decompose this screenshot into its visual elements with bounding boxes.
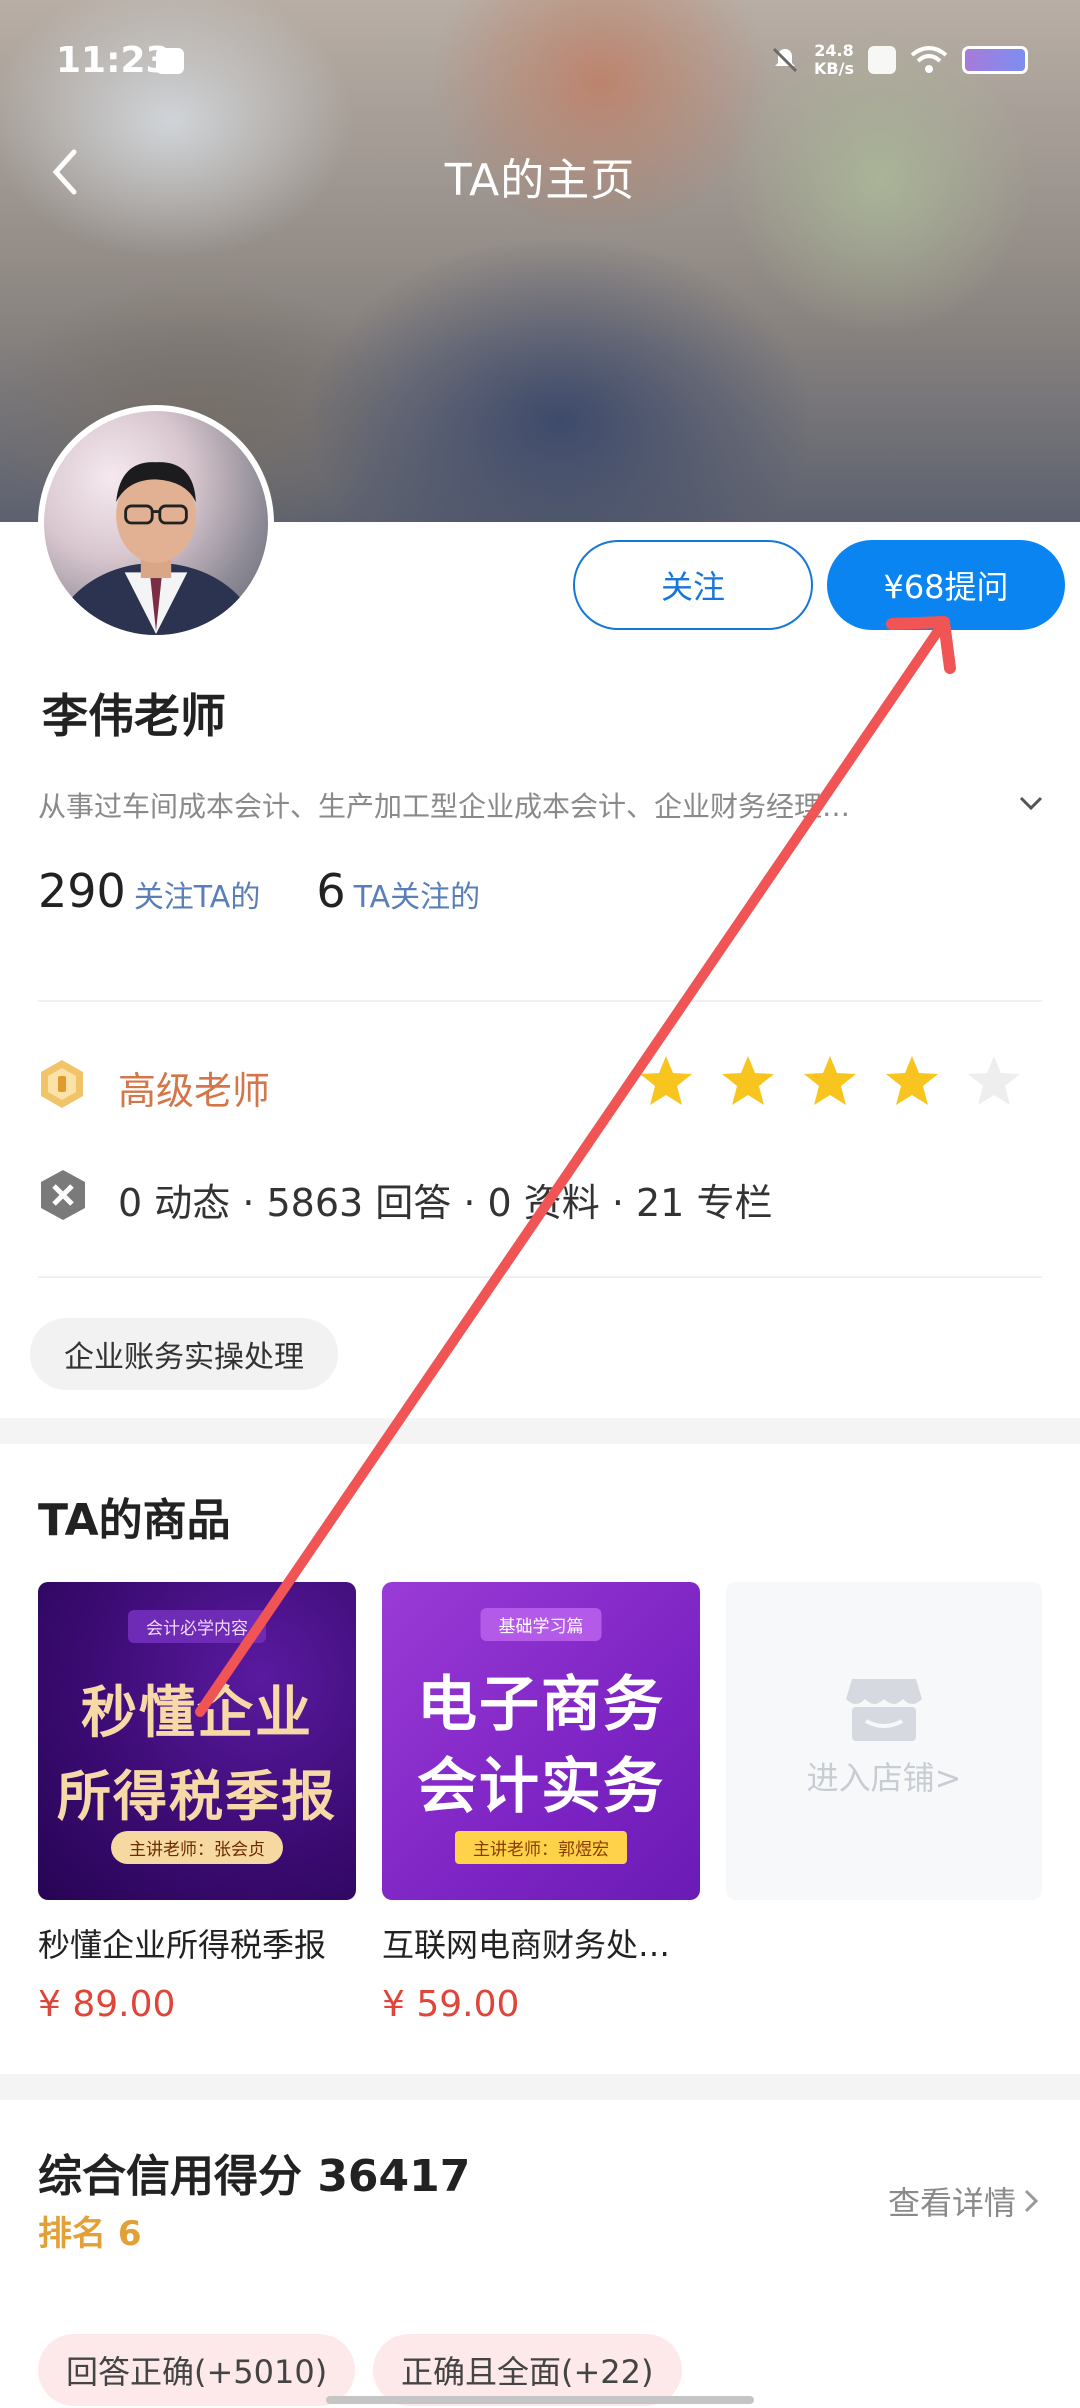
divider [38, 1276, 1042, 1278]
network-speed-unit: KB/s [814, 59, 854, 78]
section-separator [0, 1418, 1080, 1444]
activity-stats: 0 动态 · 5863 回答 · 0 资料 · 21 专栏 [118, 1181, 773, 1225]
product-cover-image[interactable]: 会计必学内容 秒懂企业 所得税季报 主讲老师：张会贞 [38, 1582, 356, 1900]
sim-icon [868, 46, 896, 74]
teacher-level-badge-icon [41, 1060, 83, 1108]
top-navigation: TA的主页 [0, 120, 1080, 220]
star-empty-icon [968, 1056, 1020, 1105]
paid-question-button[interactable]: ¥68提问 [827, 540, 1065, 630]
product-name[interactable]: 互联网电商财务处… [382, 1920, 700, 1966]
page-title: TA的主页 [444, 155, 636, 206]
activity-stats-icon [41, 1170, 85, 1220]
cover-title-line1: 秒懂企业 [81, 1680, 313, 1746]
storefront-icon [846, 1679, 922, 1741]
view-details-label[interactable]: 查看详情 [888, 2178, 1016, 2224]
divider [38, 1000, 1042, 1002]
followers-count[interactable]: 290 [38, 864, 126, 918]
products-section-title: TA的商品 [38, 1495, 231, 1546]
cover-teacher-label: 主讲老师：张会贞 [111, 1831, 283, 1864]
credit-score-title: 综合信用得分 36417 [38, 2151, 471, 2202]
followers-label[interactable]: 关注TA的 [134, 872, 261, 916]
teacher-bio[interactable]: 从事过车间成本会计、生产加工型企业成本会计、企业财务经理… [38, 785, 958, 825]
product-card[interactable]: 会计必学内容 秒懂企业 所得税季报 主讲老师：张会贞 秒懂企业所得税季报 ¥ 8… [38, 1582, 356, 2025]
product-name[interactable]: 秒懂企业所得税季报 [38, 1920, 356, 1966]
section-separator [0, 2074, 1080, 2100]
product-price: ¥ 59.00 [382, 1984, 520, 2025]
following-count[interactable]: 6 [316, 864, 345, 918]
avatar-portrait-icon [52, 462, 260, 635]
cover-title-line2: 所得税季报 [57, 1764, 337, 1828]
teacher-level: 高级老师 [118, 1069, 271, 1113]
status-bar: 11:23 24.8 KB/s [0, 0, 1080, 120]
wifi-icon [910, 46, 948, 73]
cover-top-label: 基础学习篇 [480, 1608, 602, 1641]
product-cover-image[interactable]: 基础学习篇 电子商务 会计实务 主讲老师：郭煜宏 [382, 1582, 700, 1900]
chevron-right-icon [1024, 2189, 1039, 2213]
network-speed-value: 24.8 [814, 41, 854, 60]
home-indicator [326, 2396, 754, 2404]
product-price: ¥ 89.00 [38, 1984, 176, 2025]
enter-shop-card[interactable]: 进入店铺> [726, 1582, 1042, 1900]
view-details-link[interactable]: 查看详情 [888, 2178, 1042, 2224]
teacher-avatar[interactable] [38, 405, 274, 641]
star-filled-icon [640, 1056, 692, 1105]
star-filled-icon [804, 1056, 856, 1105]
follow-button[interactable]: 关注 [573, 540, 813, 630]
following-label[interactable]: TA关注的 [354, 872, 481, 916]
cover-teacher-label: 主讲老师：郭煜宏 [455, 1831, 627, 1864]
cover-title-line2: 会计实务 [417, 1752, 665, 1822]
follow-stats: 290 关注TA的 6 TA关注的 [38, 864, 536, 918]
status-time: 11:23 [56, 40, 171, 81]
network-speed: 24.8 KB/s [814, 42, 854, 78]
credit-rank: 排名 6 [38, 2214, 142, 2254]
cover-top-label: 会计必学内容 [128, 1610, 266, 1643]
star-filled-icon [886, 1056, 938, 1105]
product-card[interactable]: 基础学习篇 电子商务 会计实务 主讲老师：郭煜宏 互联网电商财务处… ¥ 59.… [382, 1582, 700, 2025]
enter-shop-label[interactable]: 进入店铺> [807, 1753, 962, 1799]
battery-icon [962, 46, 1028, 74]
message-notification-icon [156, 48, 184, 74]
credit-chip: 回答正确(+5010) [38, 2334, 356, 2406]
cover-title-line1: 电子商务 [417, 1670, 665, 1740]
mute-bell-icon [772, 47, 798, 73]
chevron-down-icon[interactable] [1016, 788, 1046, 818]
star-filled-icon [722, 1056, 774, 1105]
teacher-name: 李伟老师 [42, 689, 226, 743]
rating-stars [636, 1052, 1024, 1112]
expertise-tag[interactable]: 企业账务实操处理 [30, 1318, 338, 1390]
